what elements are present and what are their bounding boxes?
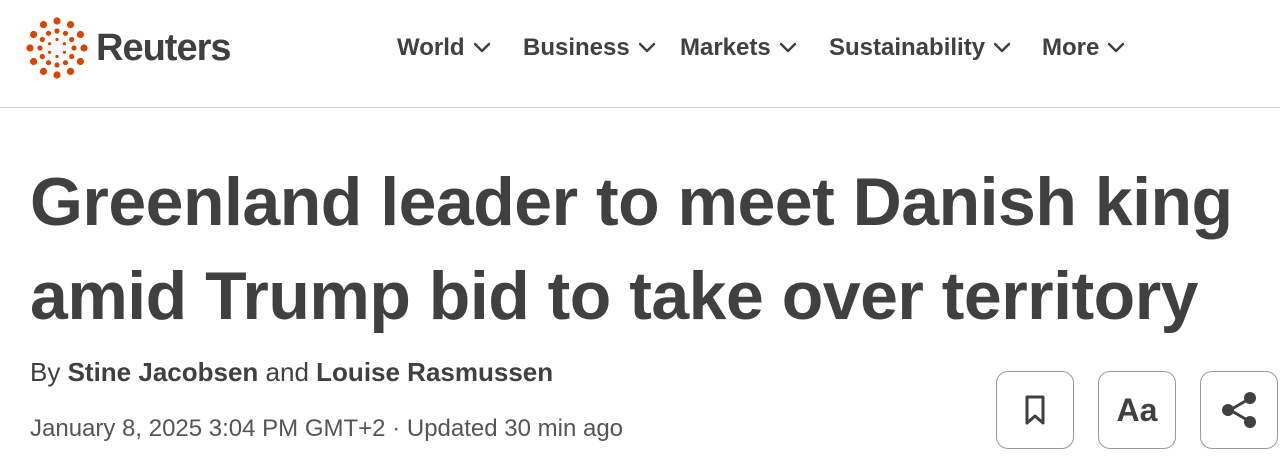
byline: By Stine Jacobsen and Louise Rasmussen — [30, 357, 553, 388]
bookmark-button[interactable] — [996, 371, 1074, 449]
byline-prefix: By — [30, 357, 61, 387]
text-size-button[interactable]: Aa — [1098, 371, 1176, 449]
nav-item-label: Sustainability — [829, 34, 986, 61]
nav-item-label: Business — [523, 34, 630, 61]
site-header: Reuters World Business Markets Sustainab… — [0, 0, 1280, 108]
chevron-down-icon — [473, 42, 490, 53]
text-size-icon: Aa — [1116, 391, 1158, 428]
article-headline: Greenland leader to meet Danish king ami… — [30, 164, 1233, 334]
article-page: Reuters World Business Markets Sustainab… — [0, 0, 1280, 471]
nav-item-label: World — [397, 34, 465, 61]
publish-date: January 8, 2025 3:04 PM GMT+2 — [30, 415, 386, 442]
nav-item-business[interactable]: Business — [523, 28, 656, 68]
nav-item-markets[interactable]: Markets — [680, 28, 797, 68]
nav-item-sustainability[interactable]: Sustainability — [829, 28, 1011, 68]
share-button[interactable] — [1200, 371, 1278, 449]
chevron-down-icon — [1108, 42, 1125, 53]
main-nav: World Business Markets Sustainability Mo… — [0, 28, 1280, 68]
updated-time: Updated 30 min ago — [406, 415, 624, 442]
share-icon — [1222, 392, 1256, 428]
nav-item-more[interactable]: More — [1042, 28, 1125, 68]
dateline: January 8, 2025 3:04 PM GMT+2 · Updated … — [30, 415, 623, 443]
dateline-separator: · — [392, 415, 401, 442]
byline-conjunction: and — [265, 357, 309, 387]
nav-item-world[interactable]: World — [397, 28, 491, 68]
author-link[interactable]: Stine Jacobsen — [68, 357, 259, 387]
chevron-down-icon — [779, 42, 796, 53]
chevron-down-icon — [638, 42, 655, 53]
bookmark-icon — [1025, 395, 1045, 425]
nav-item-label: Markets — [680, 34, 771, 61]
chevron-down-icon — [993, 42, 1011, 53]
author-link[interactable]: Louise Rasmussen — [316, 357, 553, 387]
nav-item-label: More — [1042, 34, 1100, 61]
